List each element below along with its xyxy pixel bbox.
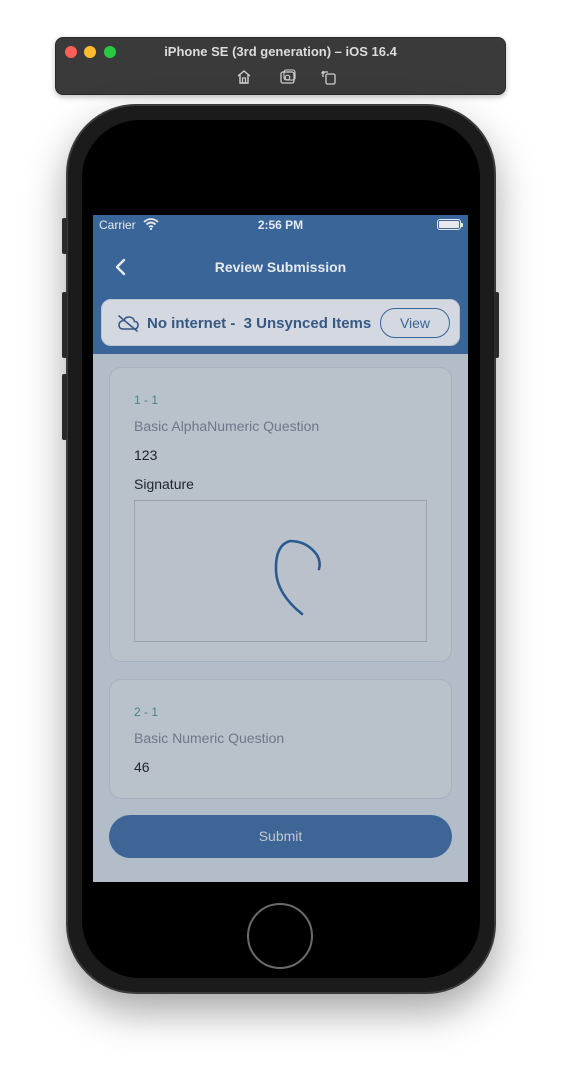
home-icon[interactable] [235,68,253,86]
question-text: Basic Numeric Question [134,730,285,746]
submit-button[interactable]: Submit [109,815,452,858]
rotate-icon[interactable] [320,68,338,86]
signature-box [134,500,427,642]
mute-switch [62,218,67,254]
simulator-toolbar [56,68,505,88]
header: Carrier 2:56 PM Review Submission No int… [93,215,468,354]
simulator-title-bar: iPhone SE (3rd generation) – iOS 16.4 [55,37,506,95]
question-number: 2 - 1 [134,705,159,719]
volume-down-button [62,374,67,440]
volume-up-button [62,292,67,358]
battery-icon [437,219,463,230]
page-title: Review Submission [214,259,347,275]
app-screen: Carrier 2:56 PM Review Submission No int… [93,215,468,882]
question-answer: 46 [134,759,150,775]
screenshot-icon[interactable] [279,68,297,86]
power-button [494,292,499,358]
signature-label: Signature [134,476,194,492]
question-answer: 123 [134,447,158,463]
question-number: 1 - 1 [134,393,159,407]
status-time: 2:56 PM [257,218,304,232]
view-unsynced-button[interactable]: View [380,308,450,338]
offline-message: No internet - 3 Unsynced Items [147,315,372,332]
signature-stroke [274,539,321,616]
cloud-offline-icon [117,314,139,332]
question-text: Basic AlphaNumeric Question [134,418,320,434]
question-card: 2 - 1 Basic Numeric Question 46 [109,679,452,799]
simulator-title: iPhone SE (3rd generation) – iOS 16.4 [164,44,397,59]
offline-banner: No internet - 3 Unsynced Items View [101,299,460,346]
home-button[interactable] [247,903,313,969]
question-card: 1 - 1 Basic AlphaNumeric Question 123 Si… [109,367,452,662]
status-bar: Carrier 2:56 PM [93,215,468,235]
